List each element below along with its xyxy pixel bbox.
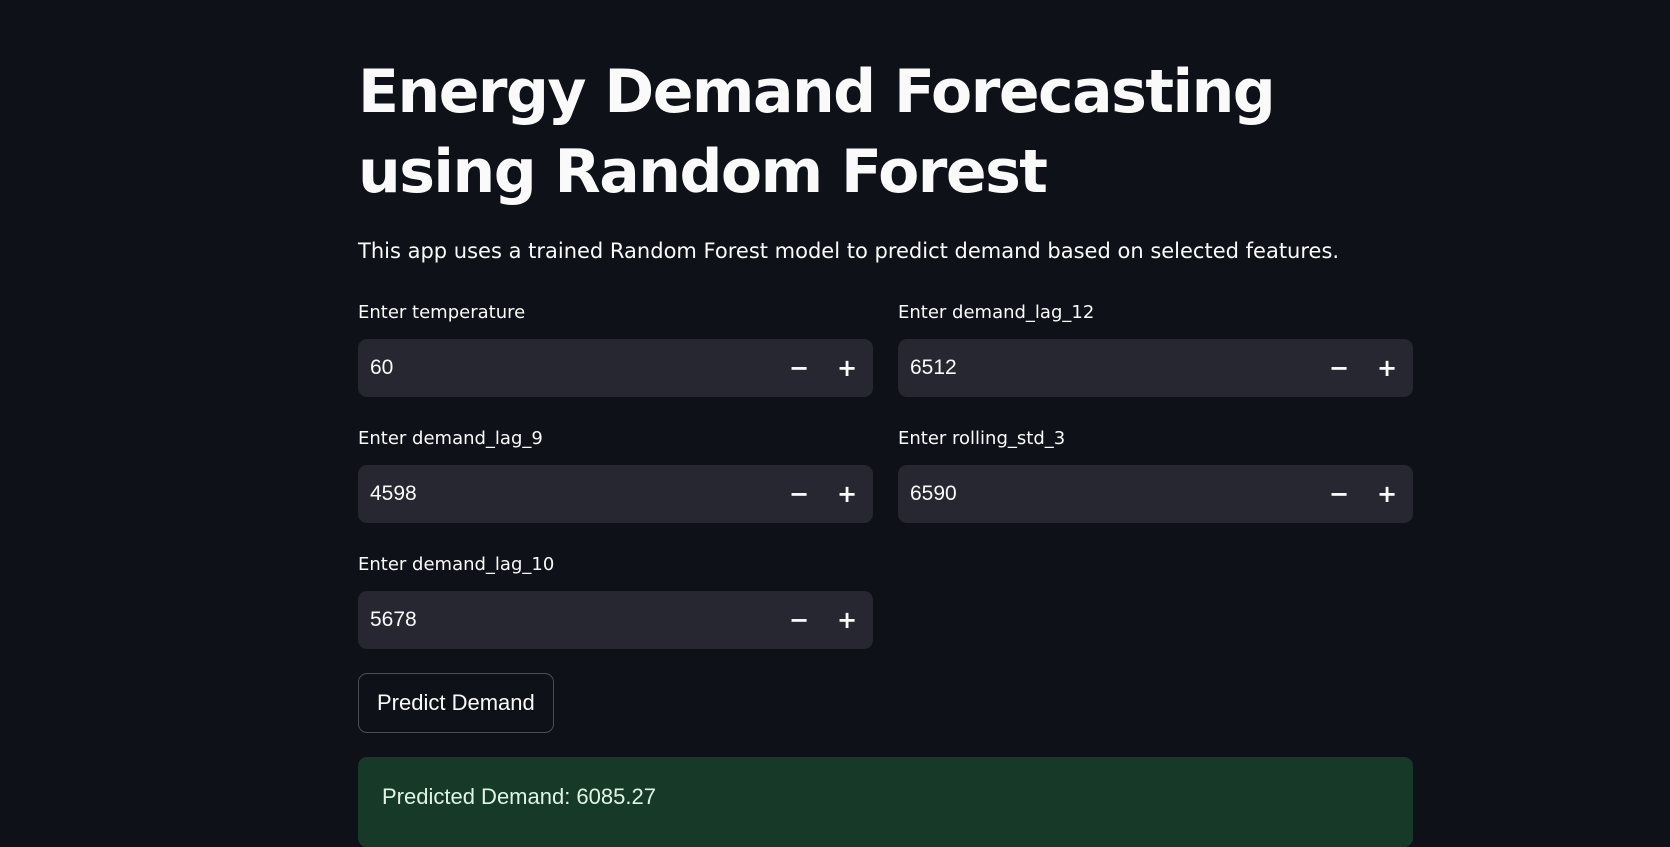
temperature-input[interactable] — [358, 338, 775, 398]
demand-lag-9-number-input: − + — [358, 464, 873, 524]
demand-lag-9-label: Enter demand_lag_9 — [358, 428, 543, 449]
demand-lag-12-input[interactable] — [898, 338, 1315, 398]
demand-lag-9-field: Enter demand_lag_9 − + — [358, 427, 873, 524]
rolling-std-3-label: Enter rolling_std_3 — [898, 428, 1066, 449]
demand-lag-10-field: Enter demand_lag_10 − + — [358, 553, 873, 650]
demand-lag-12-decrement-button[interactable]: − — [1315, 339, 1363, 397]
temperature-field: Enter temperature − + — [358, 301, 873, 398]
predict-demand-button[interactable]: Predict Demand — [358, 673, 554, 733]
page-title: Energy Demand Forecasting using Random F… — [358, 57, 1276, 207]
temperature-decrement-button[interactable]: − — [775, 339, 823, 397]
demand-lag-9-input[interactable] — [358, 464, 775, 524]
demand-lag-10-input[interactable] — [358, 590, 775, 650]
demand-lag-12-label: Enter demand_lag_12 — [898, 302, 1095, 323]
demand-lag-10-number-input: − + — [358, 590, 873, 650]
temperature-label: Enter temperature — [358, 302, 526, 323]
page-description: This app uses a trained Random Forest mo… — [358, 239, 1340, 263]
demand-lag-10-label: Enter demand_lag_10 — [358, 554, 555, 575]
temperature-increment-button[interactable]: + — [823, 339, 871, 397]
rolling-std-3-number-input: − + — [898, 464, 1413, 524]
rolling-std-3-input[interactable] — [898, 464, 1315, 524]
rolling-std-3-decrement-button[interactable]: − — [1315, 465, 1363, 523]
demand-lag-9-decrement-button[interactable]: − — [775, 465, 823, 523]
rolling-std-3-increment-button[interactable]: + — [1363, 465, 1411, 523]
temperature-number-input: − + — [358, 338, 873, 398]
demand-lag-12-number-input: − + — [898, 338, 1413, 398]
rolling-std-3-field: Enter rolling_std_3 − + — [898, 427, 1413, 524]
prediction-result-text: Predicted Demand: 6085.27 — [382, 784, 656, 809]
demand-lag-9-increment-button[interactable]: + — [823, 465, 871, 523]
demand-lag-10-increment-button[interactable]: + — [823, 591, 871, 649]
demand-lag-12-field: Enter demand_lag_12 − + — [898, 301, 1413, 398]
prediction-result-alert: Predicted Demand: 6085.27 — [358, 757, 1413, 847]
demand-lag-10-decrement-button[interactable]: − — [775, 591, 823, 649]
demand-lag-12-increment-button[interactable]: + — [1363, 339, 1411, 397]
